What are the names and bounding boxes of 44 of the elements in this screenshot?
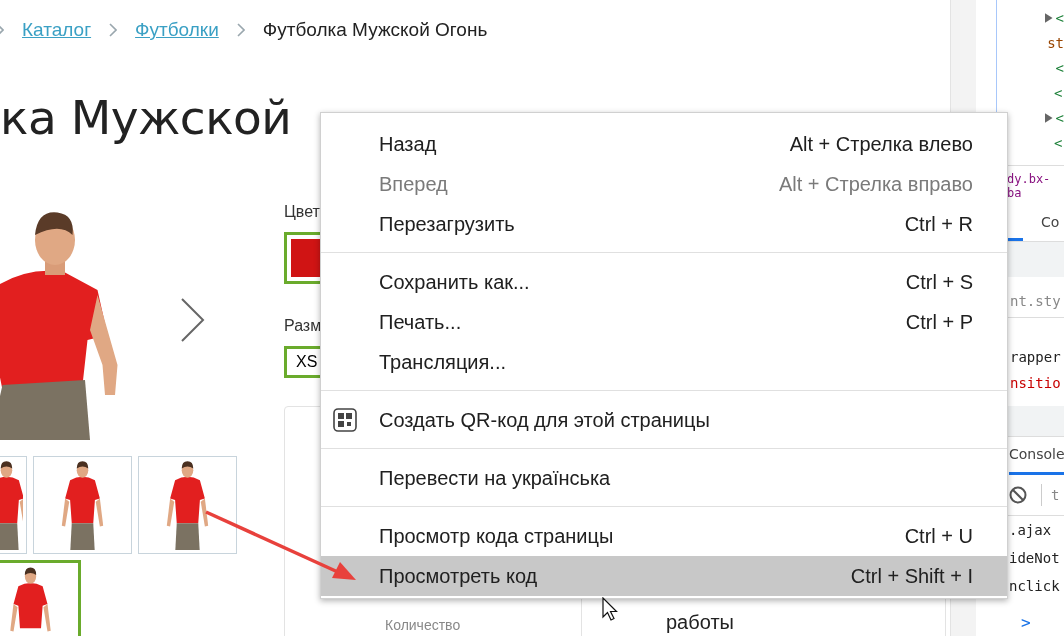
breadcrumb-current: Футболка Мужской Огонь <box>262 19 488 41</box>
menu-item[interactable]: Просмотреть код Ctrl + Shift + I <box>321 556 1007 596</box>
code-text: < <box>1055 9 1064 26</box>
clear-console-icon[interactable] <box>1009 486 1027 504</box>
quantity-label: Количество <box>385 617 462 633</box>
menu-item[interactable]: Перевести на українська <box>321 458 1007 498</box>
style-rule-text: rapper <box>1010 349 1061 365</box>
expand-triangle-icon[interactable] <box>1045 112 1053 123</box>
shortcut-text: Ctrl + S <box>905 270 973 294</box>
chevron-icon <box>236 23 245 37</box>
code-text: st <box>1047 34 1064 51</box>
devtools-tab[interactable]: Co <box>1041 207 1060 241</box>
shortcut-text: Ctrl + P <box>905 310 973 334</box>
menu-item[interactable]: Сохранить как... Ctrl + S <box>321 262 1007 302</box>
menu-item[interactable]: Назад Alt + Стрелка влево <box>321 124 1007 164</box>
color-label: Цвет <box>284 202 320 222</box>
menu-item[interactable]: Печать... Ctrl + P <box>321 302 1007 342</box>
chevron-icon <box>109 23 118 37</box>
menu-item[interactable]: Трансляция... <box>321 342 1007 382</box>
style-rule-text: nt.sty <box>1010 293 1061 309</box>
menu-item[interactable]: Перезагрузить Ctrl + R <box>321 204 1007 244</box>
shortcut-text: Alt + Стрелка вправо <box>778 172 973 196</box>
expand-triangle-icon[interactable] <box>1045 12 1053 23</box>
menu-item[interactable]: Просмотр кода страницы Ctrl + U <box>321 516 1007 556</box>
console-text: ideNot <box>1009 550 1060 566</box>
filter-field[interactable]: t <box>1051 487 1060 503</box>
size-label: Разм <box>284 316 322 336</box>
menu-item[interactable]: Создать QR-код для этой страницы <box>321 400 1007 440</box>
code-text: < <box>1055 109 1064 126</box>
console-prompt: > <box>1021 612 1031 632</box>
qr-code-icon <box>333 408 357 432</box>
product-title: ка Мужской <box>0 90 292 146</box>
code-text: < <box>1054 84 1063 101</box>
shortcut-text: Alt + Стрелка влево <box>789 132 973 156</box>
shortcut-text: Ctrl + R <box>904 212 973 236</box>
code-text: < <box>1055 59 1064 76</box>
description-text: работы <box>666 610 734 634</box>
shortcut-text: Ctrl + Shift + I <box>850 564 973 588</box>
console-text: nclick <box>1009 578 1060 594</box>
code-text: < <box>1054 134 1063 151</box>
shortcut-text: Ctrl + U <box>904 524 973 548</box>
console-text: .ajax <box>1009 522 1052 538</box>
element-breadcrumb[interactable]: dy.bx-ba <box>1007 172 1064 200</box>
style-rule-text: nsitio <box>1010 375 1061 391</box>
